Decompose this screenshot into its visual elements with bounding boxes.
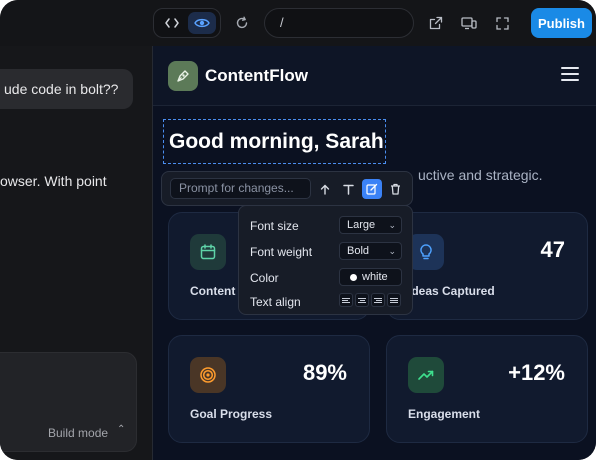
brand-logo xyxy=(168,61,198,91)
menu-icon[interactable] xyxy=(561,67,579,81)
stat-label: Engagement xyxy=(408,407,481,421)
stat-label: Goal Progress xyxy=(190,407,273,421)
brand-name: ContentFlow xyxy=(205,66,308,85)
prompt-input[interactable]: Prompt for changes... xyxy=(170,178,311,199)
user-message: ude code in bolt?? xyxy=(0,69,133,109)
chevron-up-down-icon: ⌃ xyxy=(117,424,126,435)
chevron-down-icon: ⌄ xyxy=(388,246,396,256)
align-justify-button[interactable] xyxy=(387,293,401,307)
lightbulb-icon xyxy=(408,234,444,270)
align-right-button[interactable] xyxy=(371,293,385,307)
trash-icon xyxy=(390,183,400,195)
chat-composer[interactable]: Build mode ⌃ xyxy=(0,352,137,452)
text-align-group xyxy=(339,293,402,309)
align-left-button[interactable] xyxy=(339,293,353,307)
chevron-down-icon: ⌄ xyxy=(388,220,396,230)
top-toolbar: / Publish xyxy=(0,0,596,46)
text-align-label: Text align xyxy=(250,295,301,309)
target-icon xyxy=(190,357,226,393)
stat-label: Ideas Captured xyxy=(408,284,495,298)
refresh-icon xyxy=(236,16,248,29)
font-size-select[interactable]: Large ⌄ xyxy=(339,216,402,234)
send-button[interactable] xyxy=(315,179,335,199)
style-panel: Font size Large ⌄ Font weight Bold ⌄ Col… xyxy=(238,205,413,315)
chat-panel: ude code in bolt?? owser. With point Bui… xyxy=(0,46,152,460)
code-view-button[interactable] xyxy=(158,12,186,34)
assistant-message: owser. With point xyxy=(0,173,107,189)
font-weight-label: Font weight xyxy=(250,245,313,259)
calendar-icon xyxy=(190,234,226,270)
refresh-button[interactable] xyxy=(232,13,252,33)
view-toggle xyxy=(153,8,221,38)
stat-value: +12% xyxy=(508,360,565,385)
stat-label: Content I xyxy=(190,284,242,298)
font-weight-select[interactable]: Bold ⌄ xyxy=(339,242,402,260)
stat-card: 89% Goal Progress xyxy=(168,335,370,443)
color-label: Color xyxy=(250,271,279,285)
url-bar[interactable]: / xyxy=(264,8,414,38)
pen-nib-icon xyxy=(177,70,189,82)
type-icon xyxy=(342,184,354,195)
fullscreen-button[interactable] xyxy=(493,14,511,32)
stat-card: +12% Engagement xyxy=(386,335,588,443)
stat-value: 89% xyxy=(302,360,347,385)
edit-pencil-icon xyxy=(366,183,378,195)
eye-icon xyxy=(194,18,210,28)
color-picker[interactable]: white xyxy=(339,268,402,286)
edit-button[interactable] xyxy=(362,179,382,199)
page-title[interactable]: Good morning, Sarah xyxy=(163,119,386,164)
preview-view-button[interactable] xyxy=(188,12,216,34)
stat-card: 47 Ideas Captured xyxy=(386,212,588,320)
align-center-button[interactable] xyxy=(355,293,369,307)
font-weight-value: Bold xyxy=(347,245,370,257)
inline-editor-toolbar: Prompt for changes... xyxy=(161,171,413,206)
arrow-up-icon xyxy=(320,184,330,195)
open-external-icon xyxy=(429,16,443,30)
color-value: white xyxy=(362,271,388,283)
trending-up-icon xyxy=(408,357,444,393)
stat-value: 47 xyxy=(540,237,565,262)
color-swatch xyxy=(350,273,357,281)
responsive-devices-icon xyxy=(461,17,477,30)
page-subtitle: uctive and strategic. xyxy=(418,167,543,183)
app-window: / Publish ude code in bolt?? owser. With… xyxy=(0,0,596,460)
fullscreen-icon xyxy=(495,16,509,30)
build-mode-selector[interactable]: Build mode xyxy=(48,426,108,440)
open-external-button[interactable] xyxy=(427,14,445,32)
font-size-label: Font size xyxy=(250,219,299,233)
responsive-devices-button[interactable] xyxy=(460,14,478,32)
delete-button[interactable] xyxy=(385,179,405,199)
publish-button[interactable]: Publish xyxy=(531,8,592,38)
text-style-button[interactable] xyxy=(338,179,358,199)
font-size-value: Large xyxy=(347,219,376,231)
app-header: ContentFlow xyxy=(153,46,596,106)
code-brackets-icon xyxy=(165,18,179,28)
